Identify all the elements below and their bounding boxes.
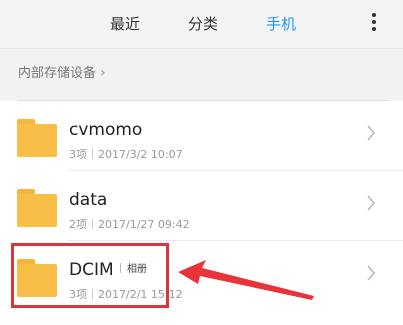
tab-recent[interactable]: 最近 xyxy=(110,14,140,34)
folder-icon xyxy=(17,189,57,227)
modified-date: 2017/3/2 10:07 xyxy=(98,148,183,161)
file-meta: 3项 2017/3/2 10:07 xyxy=(69,148,183,162)
breadcrumb[interactable]: 内部存储设备 › xyxy=(18,64,106,83)
chevron-right-icon: › xyxy=(100,65,106,81)
highlight-box xyxy=(11,243,169,308)
chevron-right-icon xyxy=(367,195,375,211)
file-manager-page: 最近 分类 手机 内部存储设备 › cvmomo 3项 2017/3/2 10:07 xyxy=(0,0,403,325)
tab-category[interactable]: 分类 xyxy=(188,14,218,34)
annotation-arrow xyxy=(178,260,314,300)
file-meta: 2项 2017/1/27 09:42 xyxy=(69,218,190,232)
file-name: cvmomo xyxy=(69,120,143,140)
top-tab-bar: 最近 分类 手机 xyxy=(0,0,403,49)
item-count: 2项 xyxy=(69,218,87,231)
chevron-right-icon xyxy=(367,125,375,141)
list-item-cvmomo[interactable]: cvmomo 3项 2017/3/2 10:07 xyxy=(0,101,403,171)
folder-icon xyxy=(17,119,57,157)
list-item-data[interactable]: data 2项 2017/1/27 09:42 xyxy=(0,171,403,241)
tab-phone[interactable]: 手机 xyxy=(266,14,296,34)
chevron-right-icon xyxy=(367,265,375,281)
breadcrumb-label: 内部存储设备 xyxy=(18,66,97,81)
modified-date: 2017/1/27 09:42 xyxy=(98,218,190,231)
more-vertical-icon[interactable] xyxy=(368,13,380,35)
file-name: data xyxy=(69,190,108,210)
item-count: 3项 xyxy=(69,148,87,161)
